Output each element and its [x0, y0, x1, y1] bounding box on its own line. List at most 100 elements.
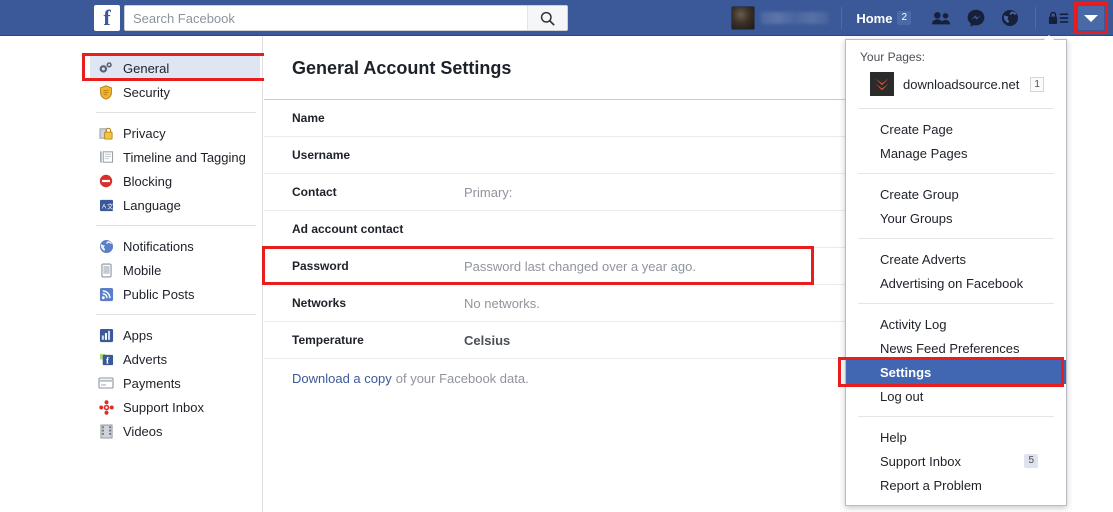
table-row-contact[interactable]: Contact Primary: [264, 174, 845, 211]
menu-item-manage-pages[interactable]: Manage Pages [846, 141, 1066, 165]
sidebar-item-label: Language [123, 197, 181, 213]
row-label: Networks [292, 296, 347, 310]
language-icon: A 文 [98, 197, 114, 213]
page-item-downloadsource[interactable]: downloadsource.net 1 [846, 70, 1066, 100]
menu-item-label: Report a Problem [880, 477, 982, 493]
sidebar-item-videos[interactable]: Videos [90, 419, 260, 443]
nav-right-cluster: Home 2 [725, 0, 1108, 36]
shield-icon [98, 84, 114, 100]
menu-item-create-group[interactable]: Create Group [846, 182, 1066, 206]
sidebar-item-notifications[interactable]: Notifications [90, 234, 260, 258]
general-settings-table: Name Username Contact Primary: Ad accoun… [262, 99, 845, 399]
profile-link[interactable] [725, 0, 835, 36]
sidebar-item-privacy[interactable]: Privacy [90, 121, 260, 145]
sidebar-item-adverts[interactable]: f Adverts [90, 347, 260, 371]
sidebar-item-mobile[interactable]: Mobile [90, 258, 260, 282]
mobile-phone-icon [98, 262, 114, 278]
groups-section: Create Group Your Groups [846, 174, 1066, 238]
payments-card-icon [98, 375, 114, 391]
menu-item-settings[interactable]: Settings [838, 357, 1066, 387]
sidebar-item-support-inbox[interactable]: Support Inbox [90, 395, 260, 419]
search-bar[interactable] [124, 5, 568, 31]
account-dropdown-menu: Your Pages: downloadsource.net 1 Create … [838, 39, 1067, 506]
home-count-badge: 2 [897, 11, 911, 25]
sidebar-item-timeline-and-tagging[interactable]: Timeline and Tagging [90, 145, 260, 169]
page-chevrons-icon [870, 72, 894, 96]
menu-item-help[interactable]: Help [846, 425, 1066, 449]
search-icon [540, 11, 555, 26]
table-row-ad-account-contact[interactable]: Ad account contact [264, 211, 845, 248]
table-row-networks[interactable]: Networks No networks. [264, 285, 845, 322]
sidebar-item-label: Security [123, 84, 170, 100]
row-label: Password [292, 259, 349, 273]
menu-item-label: Activity Log [880, 316, 947, 332]
table-row-name[interactable]: Name [264, 100, 845, 137]
profile-name-blurred [761, 12, 830, 24]
privacy-lock-icon[interactable] [1040, 10, 1078, 26]
table-row-temperature[interactable]: Temperature Celsius [264, 322, 845, 359]
table-row-username[interactable]: Username [264, 137, 845, 174]
settings-content: General Account Settings Name Username C… [262, 36, 845, 512]
help-section: Help Support Inbox 5 Report a Problem [846, 417, 1066, 505]
home-label: Home [856, 10, 893, 26]
home-link[interactable]: Home 2 [848, 0, 919, 36]
row-label: Contact [292, 185, 337, 199]
menu-item-label: Log out [880, 388, 924, 404]
search-input[interactable] [125, 6, 527, 30]
sidebar-item-general[interactable]: General [82, 53, 268, 81]
row-value: Primary: [464, 184, 513, 200]
facebook-logo-icon[interactable]: f [94, 5, 120, 31]
table-row-password[interactable]: Password Password last changed over a ye… [262, 246, 845, 285]
menu-item-activity-log[interactable]: Activity Log [846, 312, 1066, 336]
row-label: Ad account contact [292, 222, 404, 236]
pages-actions-section: Create Page Manage Pages [846, 109, 1066, 173]
menu-item-report-a-problem[interactable]: Report a Problem [846, 473, 1066, 497]
padlock-icon [98, 125, 114, 141]
svg-text:文: 文 [106, 201, 113, 210]
sidebar-item-language[interactable]: A 文 Language [90, 193, 260, 217]
sidebar-item-label: Mobile [123, 262, 162, 278]
sidebar-item-label: Notifications [123, 238, 194, 254]
facebook-settings-page: f Home 2 [0, 0, 1113, 512]
chevron-down-icon [1084, 14, 1098, 22]
nav-icon-group [919, 9, 1031, 27]
gears-icon [98, 60, 114, 76]
row-value: Celsius [464, 332, 511, 348]
menu-item-label: Create Adverts [880, 251, 966, 267]
download-copy-link[interactable]: Download a copy [292, 371, 392, 386]
sidebar-item-payments[interactable]: Payments [90, 371, 260, 395]
support-inbox-badge: 5 [1024, 454, 1038, 468]
row-value: Password last changed over a year ago. [464, 258, 696, 274]
menu-item-your-groups[interactable]: Your Groups [846, 206, 1066, 230]
search-button[interactable] [527, 6, 567, 30]
menu-item-label: Your Groups [880, 210, 953, 226]
sidebar-item-label: Timeline and Tagging [123, 149, 246, 165]
account-section: Activity Log News Feed Preferences Setti… [838, 304, 1066, 416]
menu-item-log-out[interactable]: Log out [846, 384, 1066, 408]
menu-item-label: Manage Pages [880, 145, 968, 161]
menu-item-label: News Feed Preferences [880, 340, 1020, 356]
messenger-icon[interactable] [967, 9, 985, 27]
your-pages-section: Your Pages: downloadsource.net 1 [846, 40, 1066, 108]
top-navigation-bar: f Home 2 [0, 0, 1113, 36]
menu-item-news-feed-preferences[interactable]: News Feed Preferences [846, 336, 1066, 360]
menu-item-support-inbox[interactable]: Support Inbox 5 [846, 449, 1066, 473]
menu-item-advertising-on-facebook[interactable]: Advertising on Facebook [846, 271, 1066, 295]
account-dropdown-toggle[interactable] [1074, 2, 1108, 34]
timeline-icon [98, 149, 114, 165]
menu-item-create-adverts[interactable]: Create Adverts [846, 247, 1066, 271]
videos-filmstrip-icon [98, 423, 114, 439]
blocking-icon [98, 173, 114, 189]
adverts-icon: f [98, 351, 114, 367]
sidebar-item-blocking[interactable]: Blocking [90, 169, 260, 193]
nav-divider [841, 7, 843, 29]
sidebar-item-public-posts[interactable]: Public Posts [90, 282, 260, 306]
notifications-globe-icon[interactable] [1001, 9, 1019, 27]
menu-item-label: Create Page [880, 121, 953, 137]
sidebar-item-apps[interactable]: Apps [90, 323, 260, 347]
sidebar-item-security[interactable]: Security [90, 80, 260, 104]
sidebar-divider [96, 112, 256, 113]
menu-item-create-page[interactable]: Create Page [846, 117, 1066, 141]
adverts-section: Create Adverts Advertising on Facebook [846, 239, 1066, 303]
friend-requests-icon[interactable] [931, 10, 951, 26]
